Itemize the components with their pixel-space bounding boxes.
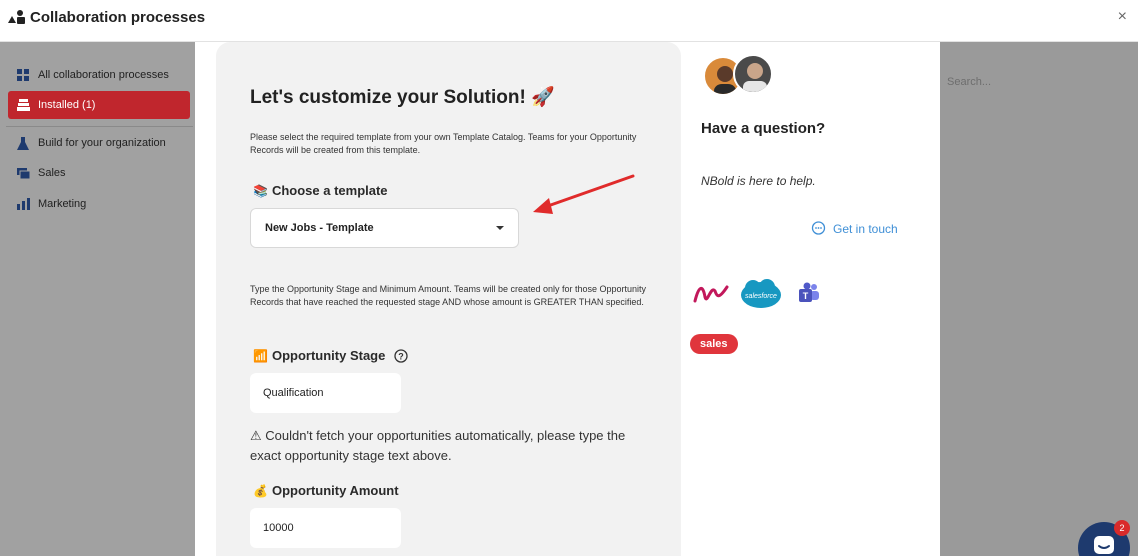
nbold-logo-icon bbox=[693, 273, 729, 313]
stage-intro: Type the Opportunity Stage and Minimum A… bbox=[250, 284, 647, 307]
cash-icon bbox=[16, 166, 30, 180]
modal-header: Collaboration processes × bbox=[0, 0, 1138, 42]
sidebar-item-label: Build for your organization bbox=[38, 137, 166, 149]
flask-icon bbox=[16, 136, 30, 150]
sidebar-divider bbox=[6, 126, 193, 127]
sidebar-item-label: Marketing bbox=[38, 198, 87, 210]
sidebar-item-all[interactable]: All collaboration processes bbox=[8, 61, 190, 89]
template-label: 📚 Choose a template bbox=[253, 183, 388, 198]
sidebar-item-marketing[interactable]: Marketing bbox=[8, 190, 190, 218]
chevron-down-icon bbox=[496, 226, 504, 230]
annotation-arrow-icon bbox=[533, 174, 635, 214]
help-subtitle: NBold is here to help. bbox=[701, 174, 816, 188]
svg-text:?: ? bbox=[399, 351, 405, 361]
category-tag: sales bbox=[690, 334, 738, 354]
search-placeholder: Search... bbox=[947, 76, 992, 88]
sidebar-item-label: Sales bbox=[38, 167, 66, 179]
stage-label: 📶 Opportunity Stage ? bbox=[253, 348, 408, 363]
get-in-touch-link[interactable]: Get in touch bbox=[811, 221, 898, 236]
chat-bubble-icon bbox=[811, 221, 826, 236]
books-icon: 📚 bbox=[253, 183, 268, 198]
template-select-value: New Jobs - Template bbox=[265, 222, 374, 234]
sidebar-item-label: All collaboration processes bbox=[38, 69, 169, 81]
shapes-logo-icon bbox=[8, 10, 25, 24]
stage-input[interactable] bbox=[250, 373, 401, 413]
help-circle-icon[interactable]: ? bbox=[394, 348, 408, 363]
signal-icon: 📶 bbox=[253, 348, 268, 363]
template-intro: Please select the required template from… bbox=[250, 132, 637, 155]
sidebar bbox=[0, 42, 195, 556]
sidebar-item-installed[interactable]: Installed (1) bbox=[8, 91, 190, 119]
stack-icon bbox=[16, 98, 30, 112]
sidebar-item-sales[interactable]: Sales bbox=[8, 159, 190, 187]
page-title: Collaboration processes bbox=[30, 9, 206, 26]
svg-text:salesforce: salesforce bbox=[745, 293, 777, 300]
avatar bbox=[733, 54, 773, 94]
amount-input[interactable] bbox=[250, 508, 401, 548]
money-bag-icon: 💰 bbox=[253, 483, 268, 498]
svg-text:T: T bbox=[803, 291, 809, 301]
close-icon[interactable]: × bbox=[1118, 8, 1127, 26]
teams-logo-icon: T bbox=[795, 273, 823, 313]
grid-icon bbox=[16, 68, 30, 82]
bar-chart-icon bbox=[16, 197, 30, 211]
fetch-warning: ⚠ Couldn't fetch your opportunities auto… bbox=[250, 428, 626, 463]
chat-icon bbox=[1094, 536, 1114, 554]
salesforce-logo-icon: salesforce bbox=[739, 273, 783, 315]
help-title: Have a question? bbox=[701, 120, 826, 137]
sidebar-item-build[interactable]: Build for your organization bbox=[8, 129, 190, 157]
amount-label: 💰 Opportunity Amount bbox=[253, 483, 399, 498]
template-select[interactable]: New Jobs - Template bbox=[250, 208, 519, 248]
sidebar-item-label: Installed (1) bbox=[38, 99, 96, 111]
form-title: Let's customize your Solution! 🚀 bbox=[250, 87, 555, 108]
notification-badge: 2 bbox=[1114, 520, 1130, 536]
